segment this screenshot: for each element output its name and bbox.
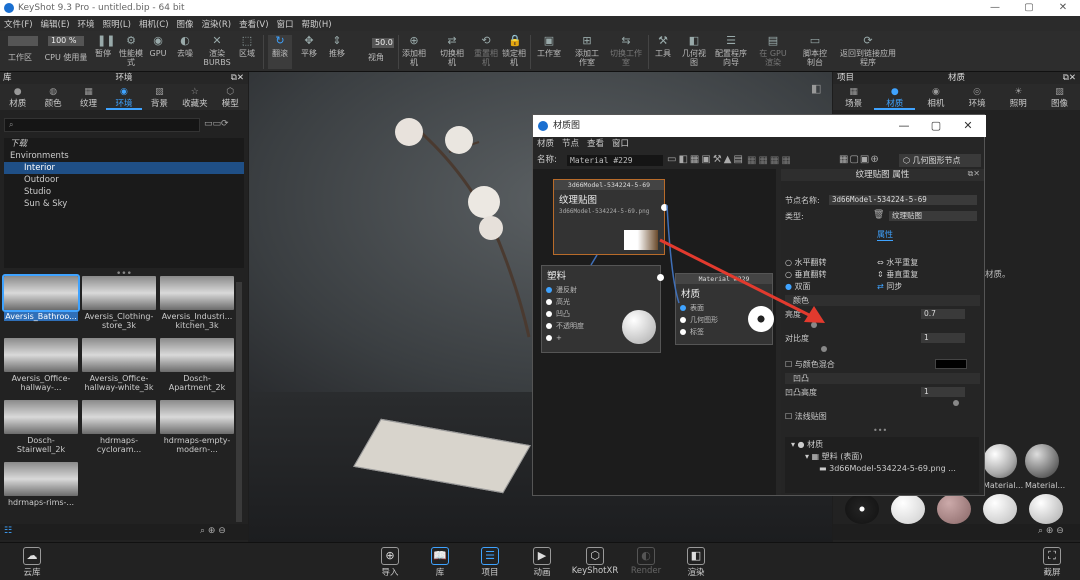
- cloud-library-button[interactable]: ☁ 云库: [10, 547, 54, 578]
- screenshot-button[interactable]: ⛶ 截屏: [1030, 547, 1074, 578]
- project-icon: ☰: [481, 547, 499, 565]
- animation-button[interactable]: ▶ 动画: [520, 547, 564, 578]
- play-icon: ▶: [533, 547, 551, 565]
- render-icon: ◧: [687, 547, 705, 565]
- project-button[interactable]: ☰ 项目: [468, 547, 512, 578]
- cloud-icon: ☁: [23, 547, 41, 565]
- render-disabled-icon: ◐: [637, 547, 655, 565]
- bottom-bar: ☁ 云库 ⊕ 导入 📖 库 ☰ 项目 ▶ 动画 ⬡ KeyShotXR ◐ Render ◧ 渲…: [0, 542, 1080, 580]
- render-disabled-button[interactable]: ◐ Render: [624, 547, 668, 576]
- xr-icon: ⬡: [586, 547, 604, 565]
- import-icon: ⊕: [381, 547, 399, 565]
- red-arrow-annotation: [659, 238, 825, 323]
- library-button[interactable]: 📖 库: [418, 547, 462, 578]
- book-icon: 📖: [431, 547, 449, 565]
- render-button[interactable]: ◧ 渲染: [674, 547, 718, 578]
- keyshotxr-button[interactable]: ⬡ KeyShotXR: [570, 547, 620, 576]
- screenshot-icon: ⛶: [1043, 547, 1061, 565]
- import-button[interactable]: ⊕ 导入: [368, 547, 412, 578]
